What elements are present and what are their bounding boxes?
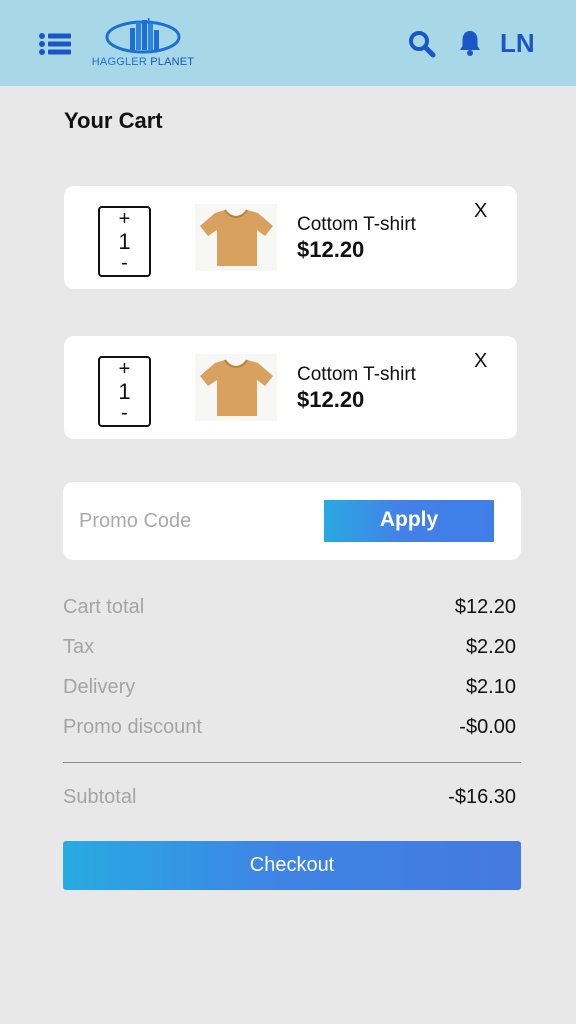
cart-item: + 1 - Cottom T-shirt $12.20 X [64,336,517,439]
summary-value: $12.20 [454,596,516,618]
menu-list-icon[interactable] [38,32,72,56]
summary-row-tax: Tax $2.20 [63,636,516,662]
app-header: HAGGLER PLANET LN [0,0,576,86]
summary-label: Promo discount [63,716,202,738]
quantity-stepper: + 1 - [98,206,151,277]
promo-code-box: Apply [63,482,521,560]
product-name: Cottom T-shirt [297,214,416,235]
summary-row-subtotal: Subtotal -$16.30 [63,786,516,812]
summary-divider [63,762,521,763]
promo-code-input[interactable] [79,504,299,538]
summary-label: Cart total [63,596,145,618]
quantity-value: 1 [118,379,131,404]
quantity-increase-button[interactable]: + [100,209,149,229]
product-image[interactable] [195,204,277,271]
product-name: Cottom T-shirt [297,364,416,385]
quantity-value: 1 [118,229,131,254]
page-title: Your Cart [64,108,163,133]
summary-row-delivery: Delivery $2.10 [63,676,516,702]
quantity-stepper: + 1 - [98,356,151,427]
product-price: $12.20 [297,387,365,412]
summary-label: Subtotal [63,786,137,808]
summary-label: Tax [63,636,95,658]
quantity-decrease-button[interactable]: - [100,253,149,273]
summary-row-promo-discount: Promo discount -$0.00 [63,716,516,742]
remove-item-button[interactable]: X [474,350,487,373]
user-initials-avatar[interactable]: LN [500,28,535,59]
apply-promo-button[interactable]: Apply [324,500,494,542]
summary-value: -$16.30 [448,786,516,808]
product-image[interactable] [195,354,277,421]
summary-label: Delivery [63,676,136,698]
remove-item-button[interactable]: X [474,200,487,223]
quantity-decrease-button[interactable]: - [100,403,149,423]
bell-icon[interactable] [458,29,482,57]
summary-value: $2.10 [465,676,516,698]
brand-logo[interactable]: HAGGLER PLANET [88,16,198,72]
search-icon[interactable] [408,30,436,58]
product-price: $12.20 [297,237,365,262]
quantity-increase-button[interactable]: + [100,359,149,379]
logo-buildings-icon [105,18,181,54]
summary-value: $2.20 [465,636,516,658]
logo-text: HAGGLER PLANET [91,56,195,68]
summary-value: -$0.00 [459,716,516,738]
summary-row-cart-total: Cart total $12.20 [63,596,516,622]
checkout-button[interactable]: Checkout [63,841,521,890]
cart-item: + 1 - Cottom T-shirt $12.20 X [64,186,517,289]
